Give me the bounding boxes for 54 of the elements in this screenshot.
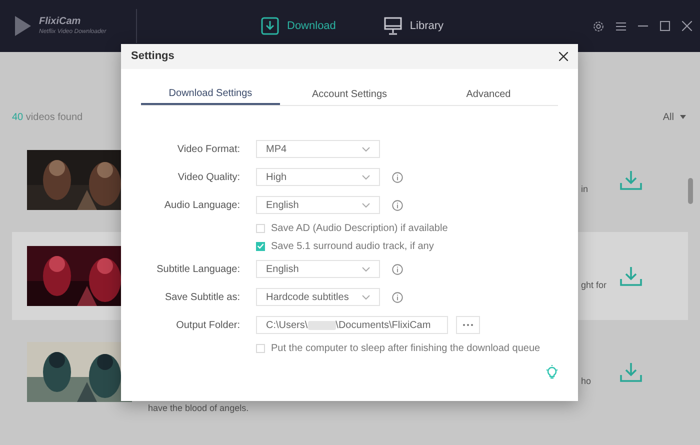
field-label: Video Quality: (176, 170, 241, 184)
filter-dropdown[interactable]: All (662, 110, 688, 124)
app-name: FlixiCam (39, 16, 82, 28)
close-icon[interactable] (682, 21, 692, 31)
chevron-icon (362, 174, 370, 180)
chevron-icon (362, 266, 370, 272)
video-description: have the blood of angels. (148, 403, 250, 414)
field-label: Subtitle Language: (156, 262, 241, 276)
browse-button[interactable] (456, 316, 480, 334)
dropdown[interactable]: High (256, 168, 380, 186)
checkbox[interactable] (256, 224, 265, 232)
dropdown[interactable]: MP4 (256, 140, 380, 158)
play-logo-icon (14, 15, 32, 37)
dialog-title: Settings (131, 49, 174, 64)
field-label: Save Subtitle as: (164, 290, 241, 304)
chevron-icon (362, 146, 370, 152)
dropdown[interactable]: English (256, 260, 380, 278)
nav-tab[interactable]: Library (384, 17, 444, 35)
settings-tab[interactable]: Advanced (419, 84, 558, 105)
nav-tab[interactable]: Download (261, 17, 336, 35)
video-description: in (581, 183, 590, 196)
folder-field[interactable]: C:\Users\ \Documents\FlixiCam (256, 316, 448, 334)
maximize-icon[interactable] (660, 21, 670, 31)
dropdown[interactable]: Hardcode subtitles (256, 288, 380, 306)
video-description: ght for (581, 279, 608, 292)
monitor-icon (384, 17, 402, 35)
video-description: ho (581, 375, 592, 388)
info-icon[interactable] (392, 264, 403, 274)
info-icon[interactable] (392, 172, 403, 182)
caret-icon (680, 115, 686, 119)
download-icon (261, 17, 279, 35)
download-icon[interactable] (620, 266, 642, 286)
video-count: 40 videos found (12, 110, 83, 124)
dropdown[interactable]: English (256, 196, 380, 214)
checkbox-label: Save 5.1 surround audio track, if any (271, 240, 434, 254)
settings-icon[interactable] (593, 20, 604, 32)
settings-tab[interactable]: Account Settings (280, 84, 419, 105)
lightbulb-icon[interactable] (546, 365, 558, 379)
checkbox[interactable] (256, 344, 265, 352)
info-icon[interactable] (392, 200, 403, 210)
field-label: Video Format: (176, 142, 241, 156)
info-icon[interactable] (392, 292, 403, 302)
field-label: Audio Language: (163, 198, 241, 212)
field-label: Output Folder: (175, 318, 241, 332)
chevron-icon (362, 202, 370, 208)
close-icon[interactable] (559, 52, 568, 61)
checkbox-label: Put the computer to sleep after finishing the download queue (271, 342, 540, 356)
menu-icon[interactable] (616, 22, 626, 30)
blurred-text (308, 320, 336, 330)
chevron-icon (362, 294, 370, 300)
settings-tab[interactable]: Download Settings (141, 84, 280, 105)
scrollbar-thumb[interactable] (688, 178, 693, 204)
checkbox[interactable] (256, 242, 265, 250)
checkbox-label: Save AD (Audio Description) if available (271, 222, 448, 236)
